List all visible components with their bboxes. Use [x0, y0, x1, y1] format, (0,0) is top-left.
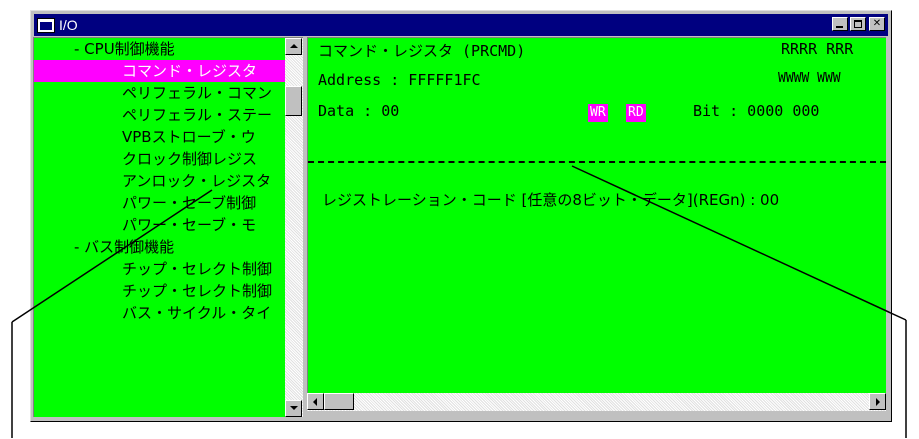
register-detail-pane: コマンド・レジスタ (PRCMD) Address : FFFFF1FC Dat… — [307, 37, 886, 393]
scroll-right-button[interactable] — [869, 393, 886, 410]
access-write-row: WWWW WWW — [778, 71, 841, 86]
scroll-thumb-horizontal[interactable] — [324, 393, 354, 410]
window-title: I/O — [59, 17, 78, 33]
maximize-button[interactable] — [850, 17, 866, 31]
tree-item[interactable]: パワー・セーブ・モ — [34, 214, 285, 236]
tree-item[interactable]: パワー・セーブ制御 — [34, 192, 285, 214]
scroll-up-button[interactable] — [285, 38, 302, 55]
close-button[interactable]: ✕ — [869, 17, 885, 31]
arrow-down-icon — [290, 406, 298, 410]
tree-item[interactable]: チップ・セレクト制御 — [34, 258, 285, 280]
tree-item[interactable]: ペリフェラル・コマン — [34, 82, 285, 104]
scroll-left-button[interactable] — [307, 393, 324, 410]
tree-item[interactable]: - バス制御機能 — [34, 236, 285, 258]
bit-label: Bit : 0000 000 — [693, 102, 820, 120]
tree-item[interactable]: アンロック・レジスタ — [34, 170, 285, 192]
title-bar[interactable]: I/O ✕ — [34, 14, 888, 36]
rd-badge: RD — [626, 104, 646, 122]
scroll-down-button[interactable] — [285, 400, 302, 417]
tree-item[interactable]: コマンド・レジスタ — [34, 60, 285, 82]
arrow-left-icon — [313, 398, 317, 406]
scroll-thumb[interactable] — [285, 86, 302, 116]
register-name: コマンド・レジスタ (PRCMD) — [318, 42, 526, 60]
arrow-right-icon — [876, 398, 880, 406]
detail-horizontal-scrollbar[interactable] — [307, 393, 886, 411]
tree-item[interactable]: クロック制御レジス — [34, 148, 285, 170]
address-label: Address : FFFFF1FC — [318, 71, 481, 89]
register-tree[interactable]: - CPU制御機能 コマンド・レジスタ ペリフェラル・コマン ペリフェラル・ステー VP… — [33, 37, 285, 417]
divider — [308, 161, 886, 163]
register-field-row[interactable]: レジストレーション・コード [任意の8ビット・データ](REGn) : 00 — [322, 189, 779, 210]
window-icon[interactable] — [37, 18, 55, 33]
arrow-up-icon — [290, 44, 298, 48]
tree-item[interactable]: VPBストローブ・ウ — [34, 126, 285, 148]
tree-item[interactable]: チップ・セレクト制御 — [34, 280, 285, 302]
minimize-button[interactable] — [832, 17, 848, 31]
tree-item[interactable]: ペリフェラル・ステー — [34, 104, 285, 126]
tree-item[interactable]: バス・サイクル・タイ — [34, 302, 285, 324]
tree-vertical-scrollbar[interactable] — [285, 37, 303, 417]
wr-badge: WR — [588, 104, 608, 122]
tree-item[interactable]: - CPU制御機能 — [34, 38, 285, 60]
access-read-row: RRRR RRR — [781, 40, 854, 58]
data-label: Data : 00 — [318, 102, 400, 120]
